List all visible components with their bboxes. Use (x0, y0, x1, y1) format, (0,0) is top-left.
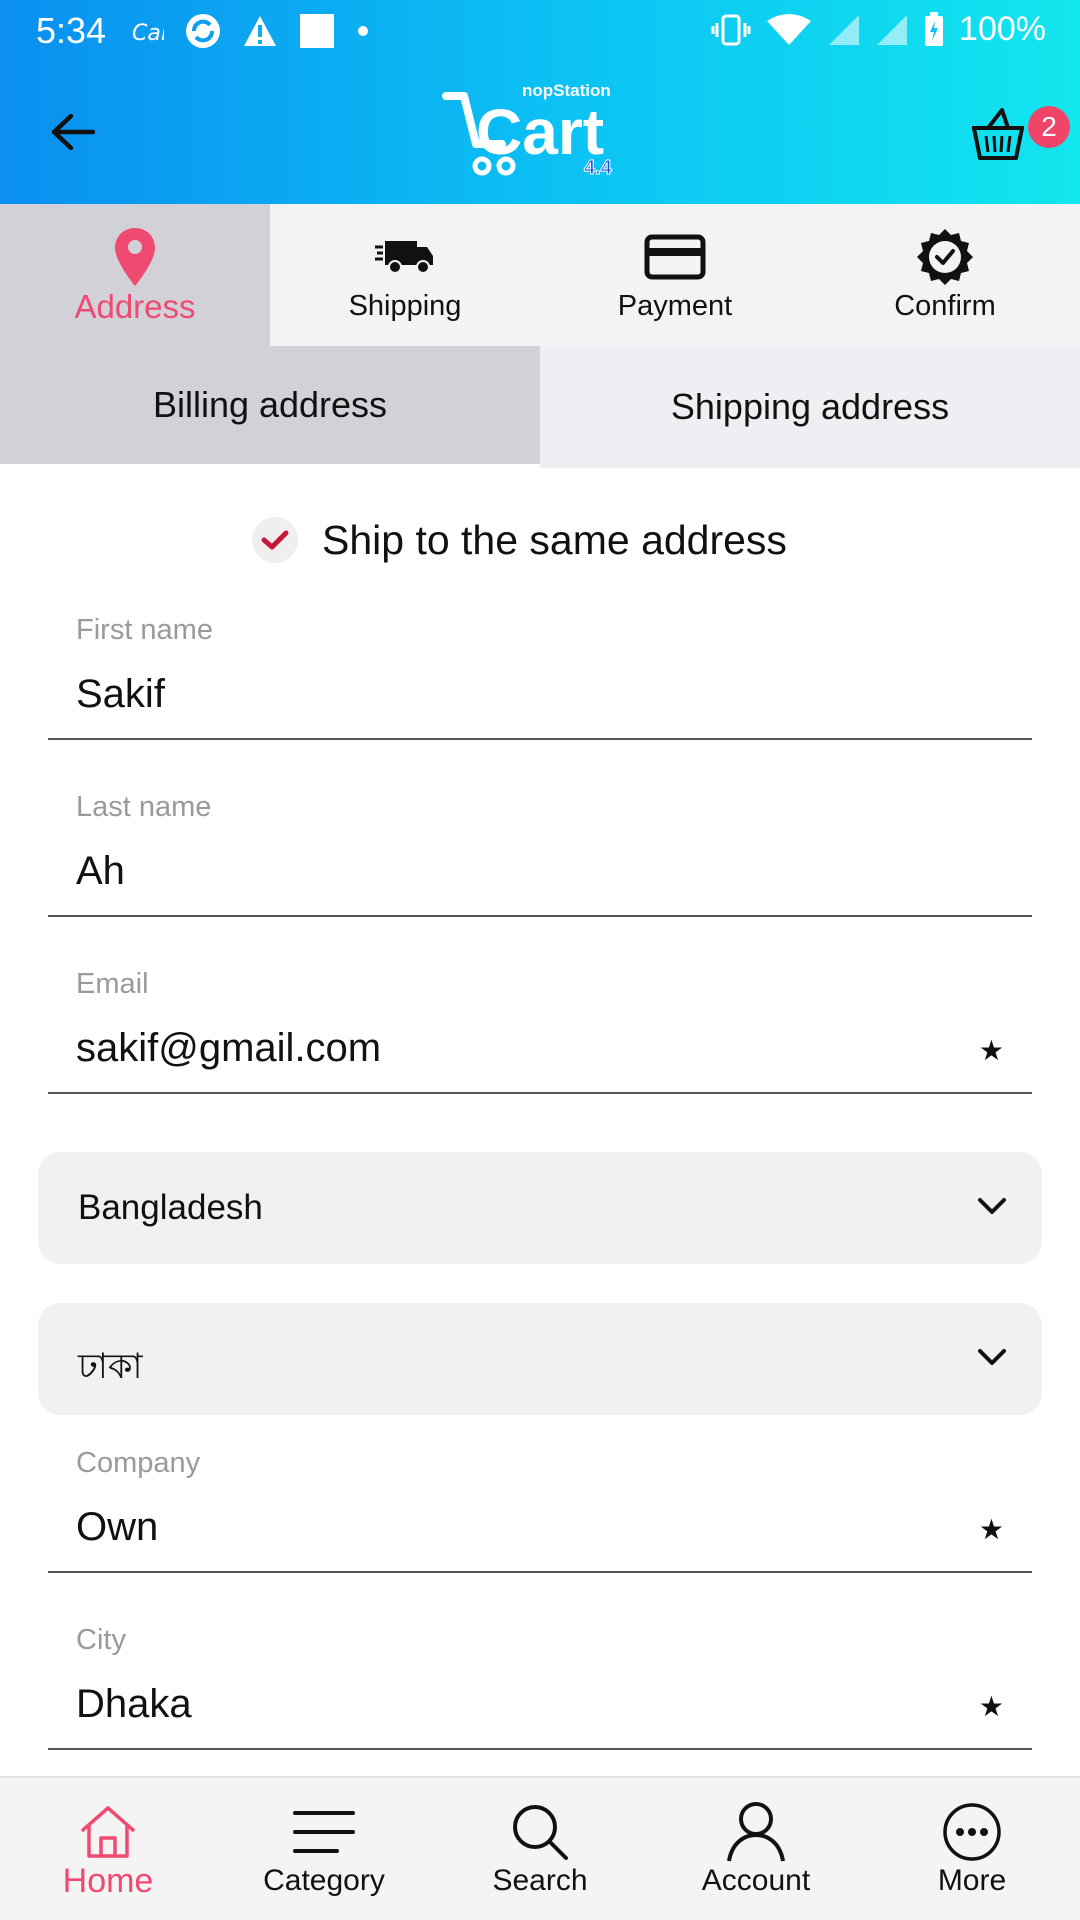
nav-account[interactable]: Account (648, 1778, 864, 1920)
ship-same-address-row[interactable]: Ship to the same address (252, 510, 787, 570)
required-star-icon: ★ (978, 1035, 1004, 1066)
step-confirm[interactable]: Confirm (810, 204, 1080, 346)
required-star-icon: ★ (978, 1691, 1004, 1722)
nav-home[interactable]: Home (0, 1778, 216, 1920)
checkout-steps: Address Shipping Payment Confirm (0, 204, 1080, 346)
app-header: 5:34 Cart 100% nopStation Cart 4.4 (0, 0, 1080, 204)
nav-search[interactable]: Search (432, 1778, 648, 1920)
required-star-icon: ★ (978, 1514, 1004, 1545)
vibrate-icon (711, 14, 751, 45)
badge-check-icon (810, 224, 1080, 290)
credit-card-icon (540, 224, 810, 290)
ship-same-label: Ship to the same address (322, 516, 787, 563)
nav-more[interactable]: More (864, 1778, 1080, 1920)
dot-icon (358, 26, 368, 36)
country-select[interactable]: Bangladesh (38, 1152, 1042, 1264)
nav-label: Search (492, 1864, 588, 1897)
email-input[interactable]: sakif@gmail.com (76, 1026, 381, 1071)
battery-percent: 100% (959, 10, 1046, 48)
nav-label: Home (62, 1862, 154, 1900)
app-notification-icon: Cart (132, 21, 164, 46)
status-time: 5:34 (36, 10, 107, 51)
battery-icon (925, 11, 944, 46)
address-tabs: Billing address Shipping address (0, 346, 1080, 468)
arrow-left-icon (51, 113, 95, 151)
notification-icons: Cart (130, 12, 370, 50)
cart-count-badge: 2 (1028, 106, 1070, 148)
step-label: Shipping (348, 290, 462, 322)
ship-same-checkbox[interactable] (252, 517, 298, 563)
home-icon (0, 1798, 216, 1866)
step-label: Confirm (894, 290, 996, 322)
search-icon (432, 1798, 648, 1866)
state-value: ঢাকা (78, 1347, 143, 1386)
app-logo: nopStation Cart 4.4 (442, 81, 632, 182)
field-label: City (76, 1624, 126, 1656)
state-select[interactable]: ঢাকা (38, 1303, 1042, 1415)
status-bar: 5:34 Cart 100% (0, 0, 1080, 64)
step-label: Address (74, 288, 196, 325)
company-input[interactable]: Own (76, 1505, 158, 1550)
field-label: Email (76, 968, 149, 1000)
first-name-input[interactable]: Sakif (76, 672, 165, 717)
location-pin-icon (0, 224, 270, 290)
nav-label: Account (701, 1864, 811, 1897)
first-name-field[interactable]: First name Sakif (48, 614, 1032, 740)
last-name-input[interactable]: Ah (76, 849, 125, 894)
company-field[interactable]: Company Own ★ (48, 1447, 1032, 1573)
system-status-icons: 100% (711, 10, 1046, 49)
step-payment[interactable]: Payment (540, 204, 810, 346)
image-notification-icon (300, 14, 334, 48)
step-shipping[interactable]: Shipping (270, 204, 540, 346)
nav-label: More (937, 1864, 1007, 1897)
email-field[interactable]: Email sakif@gmail.com ★ (48, 968, 1032, 1094)
cart-button[interactable] (968, 104, 1028, 164)
step-address[interactable]: Address (0, 204, 270, 346)
warning-icon (244, 16, 276, 46)
chevron-down-icon (978, 1349, 1006, 1365)
svg-text:4.4: 4.4 (584, 157, 613, 179)
city-field[interactable]: City Dhaka ★ (48, 1624, 1032, 1750)
field-label: Company (76, 1447, 201, 1479)
signal-icon (829, 14, 860, 45)
nav-category[interactable]: Category (216, 1778, 432, 1920)
chevron-down-icon (978, 1198, 1006, 1214)
basket-icon (972, 108, 1024, 160)
sync-icon (186, 14, 220, 48)
back-button[interactable] (44, 104, 100, 160)
bottom-navigation: Home Category Search Account More (0, 1776, 1080, 1920)
truck-icon (270, 224, 540, 290)
field-label: Last name (76, 791, 212, 823)
field-label: First name (76, 614, 213, 646)
menu-icon (216, 1798, 432, 1866)
city-input[interactable]: Dhaka (76, 1682, 192, 1727)
checkmark-icon (261, 530, 289, 550)
signal-icon-2 (877, 14, 908, 45)
wifi-icon (767, 13, 812, 45)
last-name-field[interactable]: Last name Ah (48, 791, 1032, 917)
step-label: Payment (617, 290, 733, 322)
nav-label: Category (263, 1864, 385, 1897)
more-icon (864, 1798, 1080, 1866)
tab-shipping-address[interactable]: Shipping address (540, 346, 1080, 468)
person-icon (648, 1798, 864, 1866)
cart-logo-icon: nopStation Cart 4.4 (442, 81, 613, 180)
tab-billing-address[interactable]: Billing address (0, 346, 540, 464)
country-value: Bangladesh (78, 1188, 263, 1227)
svg-text:Cart: Cart (132, 21, 164, 46)
